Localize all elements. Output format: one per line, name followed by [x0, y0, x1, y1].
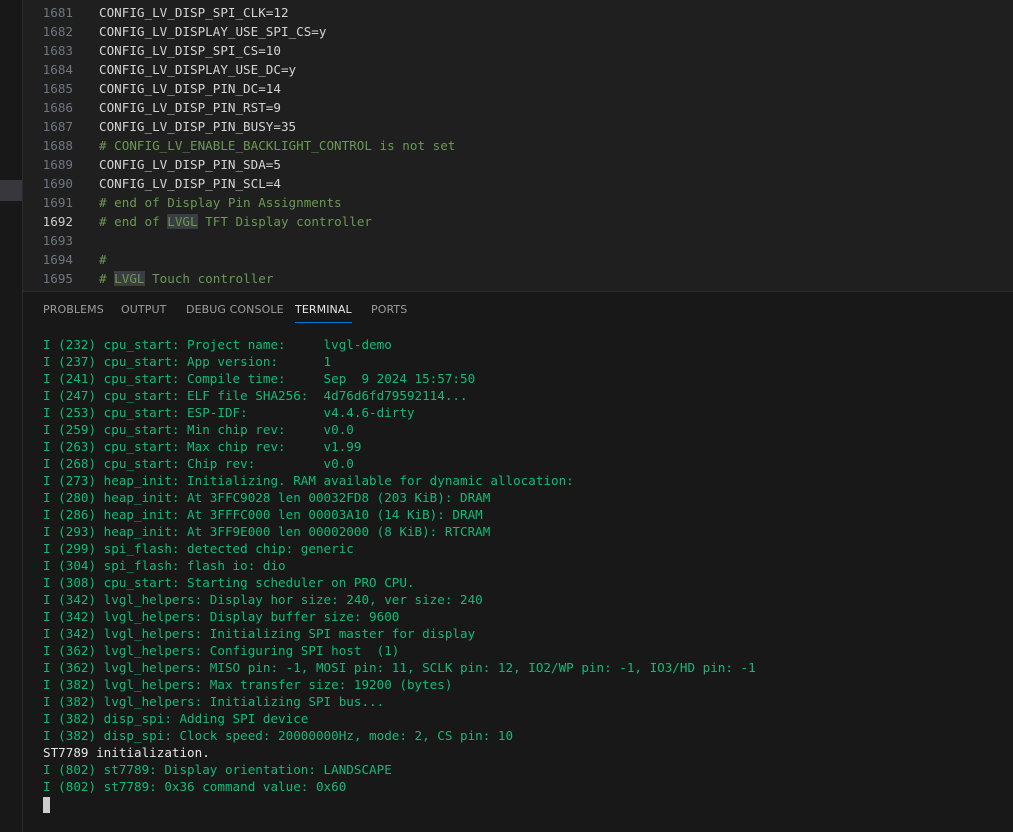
line-text: CONFIG_LV_DISP_SPI_CS=10	[99, 43, 281, 58]
terminal-line: I (280) heap_init: At 3FFC9028 len 00032…	[43, 490, 491, 505]
terminal-output[interactable]: I (232) cpu_start: Project name: lvgl-de…	[43, 336, 1013, 795]
editor-line[interactable]: 1694 #	[23, 250, 1013, 269]
line-text: CONFIG_LV_DISPLAY_USE_SPI_CS=y	[99, 24, 327, 39]
line-number: 1684	[42, 62, 73, 77]
editor-line[interactable]: 1684 CONFIG_LV_DISPLAY_USE_DC=y	[23, 60, 1013, 79]
editor-line[interactable]: 1685 CONFIG_LV_DISP_PIN_DC=14	[23, 79, 1013, 98]
line-number: 1694	[42, 252, 73, 267]
editor-line[interactable]: 1692 # end of LVGL TFT Display controller	[23, 212, 1013, 231]
terminal-line: I (247) cpu_start: ELF file SHA256: 4d76…	[43, 388, 468, 403]
line-text: CONFIG_LV_DISPLAY_USE_DC=y	[99, 62, 297, 77]
line-text: # end of LVGL TFT Display controller	[99, 214, 372, 229]
editor-line[interactable]: 1689 CONFIG_LV_DISP_PIN_SDA=5	[23, 155, 1013, 174]
line-number: 1691	[42, 195, 73, 210]
code-editor[interactable]: 1681 CONFIG_LV_DISP_SPI_CLK=12 1682 CONFIG_…	[23, 0, 1013, 291]
editor-line[interactable]: 1688 # CONFIG_LV_ENABLE_BACKLIGHT_CONTROL…	[23, 136, 1013, 155]
line-number: 1692	[42, 214, 73, 229]
tab-problems[interactable]: PROBLEMS	[43, 303, 104, 316]
editor-line[interactable]: 1683 CONFIG_LV_DISP_SPI_CS=10	[23, 41, 1013, 60]
line-text: CONFIG_LV_DISP_PIN_RST=9	[99, 100, 281, 115]
terminal-line: I (268) cpu_start: Chip rev: v0.0	[43, 456, 354, 471]
line-number: 1681	[42, 5, 73, 20]
line-number: 1689	[42, 157, 73, 172]
terminal-line: I (382) lvgl_helpers: Max transfer size:…	[43, 677, 453, 692]
line-number: 1690	[42, 176, 73, 191]
line-text: CONFIG_LV_DISP_SPI_CLK=12	[99, 5, 289, 20]
panel-tabs: PROBLEMS OUTPUT DEBUG CONSOLE TERMINAL P…	[23, 292, 1013, 328]
terminal-line: I (293) heap_init: At 3FF9E000 len 00002…	[43, 524, 491, 539]
line-number: 1686	[42, 100, 73, 115]
terminal-line: I (237) cpu_start: App version: 1	[43, 354, 332, 369]
line-text: # LVGL Touch controller	[99, 271, 274, 286]
terminal-line: I (802) st7789: 0x36 command value: 0x60	[43, 779, 347, 794]
terminal-line: I (259) cpu_start: Min chip rev: v0.0	[43, 422, 354, 437]
terminal-line: I (382) lvgl_helpers: Initializing SPI b…	[43, 694, 385, 709]
line-text: # CONFIG_LV_ENABLE_BACKLIGHT_CONTROL is …	[99, 138, 456, 153]
editor-line[interactable]: 1690 CONFIG_LV_DISP_PIN_SCL=4	[23, 174, 1013, 193]
terminal-cursor	[43, 797, 50, 813]
word-highlight: LVGL	[167, 214, 198, 229]
bottom-panel: PROBLEMS OUTPUT DEBUG CONSOLE TERMINAL P…	[23, 291, 1013, 832]
line-number: 1693	[42, 233, 73, 248]
terminal-line: I (342) lvgl_helpers: Display buffer siz…	[43, 609, 400, 624]
line-text: CONFIG_LV_DISP_PIN_SDA=5	[99, 157, 281, 172]
editor-line[interactable]: 1686 CONFIG_LV_DISP_PIN_RST=9	[23, 98, 1013, 117]
terminal-line: I (241) cpu_start: Compile time: Sep 9 2…	[43, 371, 476, 386]
terminal-line: I (342) lvgl_helpers: Initializing SPI m…	[43, 626, 476, 641]
terminal-line: I (304) spi_flash: flash io: dio	[43, 558, 286, 573]
line-number: 1688	[42, 138, 73, 153]
terminal-line: ST7789 initialization.	[43, 745, 210, 760]
tab-output[interactable]: OUTPUT	[121, 303, 166, 316]
editor-line[interactable]: 1682 CONFIG_LV_DISPLAY_USE_SPI_CS=y	[23, 22, 1013, 41]
terminal-line: I (273) heap_init: Initializing. RAM ava…	[43, 473, 574, 488]
terminal-line: I (263) cpu_start: Max chip rev: v1.99	[43, 439, 362, 454]
terminal-line: I (382) disp_spi: Adding SPI device	[43, 711, 309, 726]
terminal-line: I (299) spi_flash: detected chip: generi…	[43, 541, 354, 556]
line-number: 1683	[42, 43, 73, 58]
terminal-line: I (362) lvgl_helpers: Configuring SPI ho…	[43, 643, 400, 658]
line-text: #	[99, 252, 107, 267]
terminal-line: I (232) cpu_start: Project name: lvgl-de…	[43, 337, 392, 352]
word-highlight: LVGL	[114, 271, 145, 286]
editor-line[interactable]: 1691 # end of Display Pin Assignments	[23, 193, 1013, 212]
tab-terminal[interactable]: TERMINAL	[295, 303, 352, 323]
tab-debug-console[interactable]: DEBUG CONSOLE	[186, 303, 284, 316]
terminal-line: I (382) disp_spi: Clock speed: 20000000H…	[43, 728, 514, 743]
editor-line[interactable]: 1695 # LVGL Touch controller	[23, 269, 1013, 288]
line-number: 1682	[42, 24, 73, 39]
editor-line[interactable]: 1687 CONFIG_LV_DISP_PIN_BUSY=35	[23, 117, 1013, 136]
terminal-line: I (308) cpu_start: Starting scheduler on…	[43, 575, 415, 590]
line-text: CONFIG_LV_DISP_PIN_BUSY=35	[99, 119, 297, 134]
line-number: 1685	[42, 81, 73, 96]
terminal-line: I (802) st7789: Display orientation: LAN…	[43, 762, 392, 777]
activity-bar	[0, 0, 23, 832]
tab-ports[interactable]: PORTS	[371, 303, 407, 316]
terminal-line: I (253) cpu_start: ESP-IDF: v4.4.6-dirty	[43, 405, 415, 420]
sidebar-selection-marker	[0, 180, 22, 201]
line-text: CONFIG_LV_DISP_PIN_SCL=4	[99, 176, 281, 191]
line-text: CONFIG_LV_DISP_PIN_DC=14	[99, 81, 281, 96]
line-number: 1695	[42, 271, 73, 286]
line-text: # end of Display Pin Assignments	[99, 195, 342, 210]
terminal-line: I (342) lvgl_helpers: Display hor size: …	[43, 592, 483, 607]
terminal-line: I (286) heap_init: At 3FFFC000 len 00003…	[43, 507, 483, 522]
line-number: 1687	[42, 119, 73, 134]
editor-line[interactable]: 1681 CONFIG_LV_DISP_SPI_CLK=12	[23, 3, 1013, 22]
terminal-line: I (362) lvgl_helpers: MISO pin: -1, MOSI…	[43, 660, 756, 675]
editor-line[interactable]: 1693	[23, 231, 1013, 250]
